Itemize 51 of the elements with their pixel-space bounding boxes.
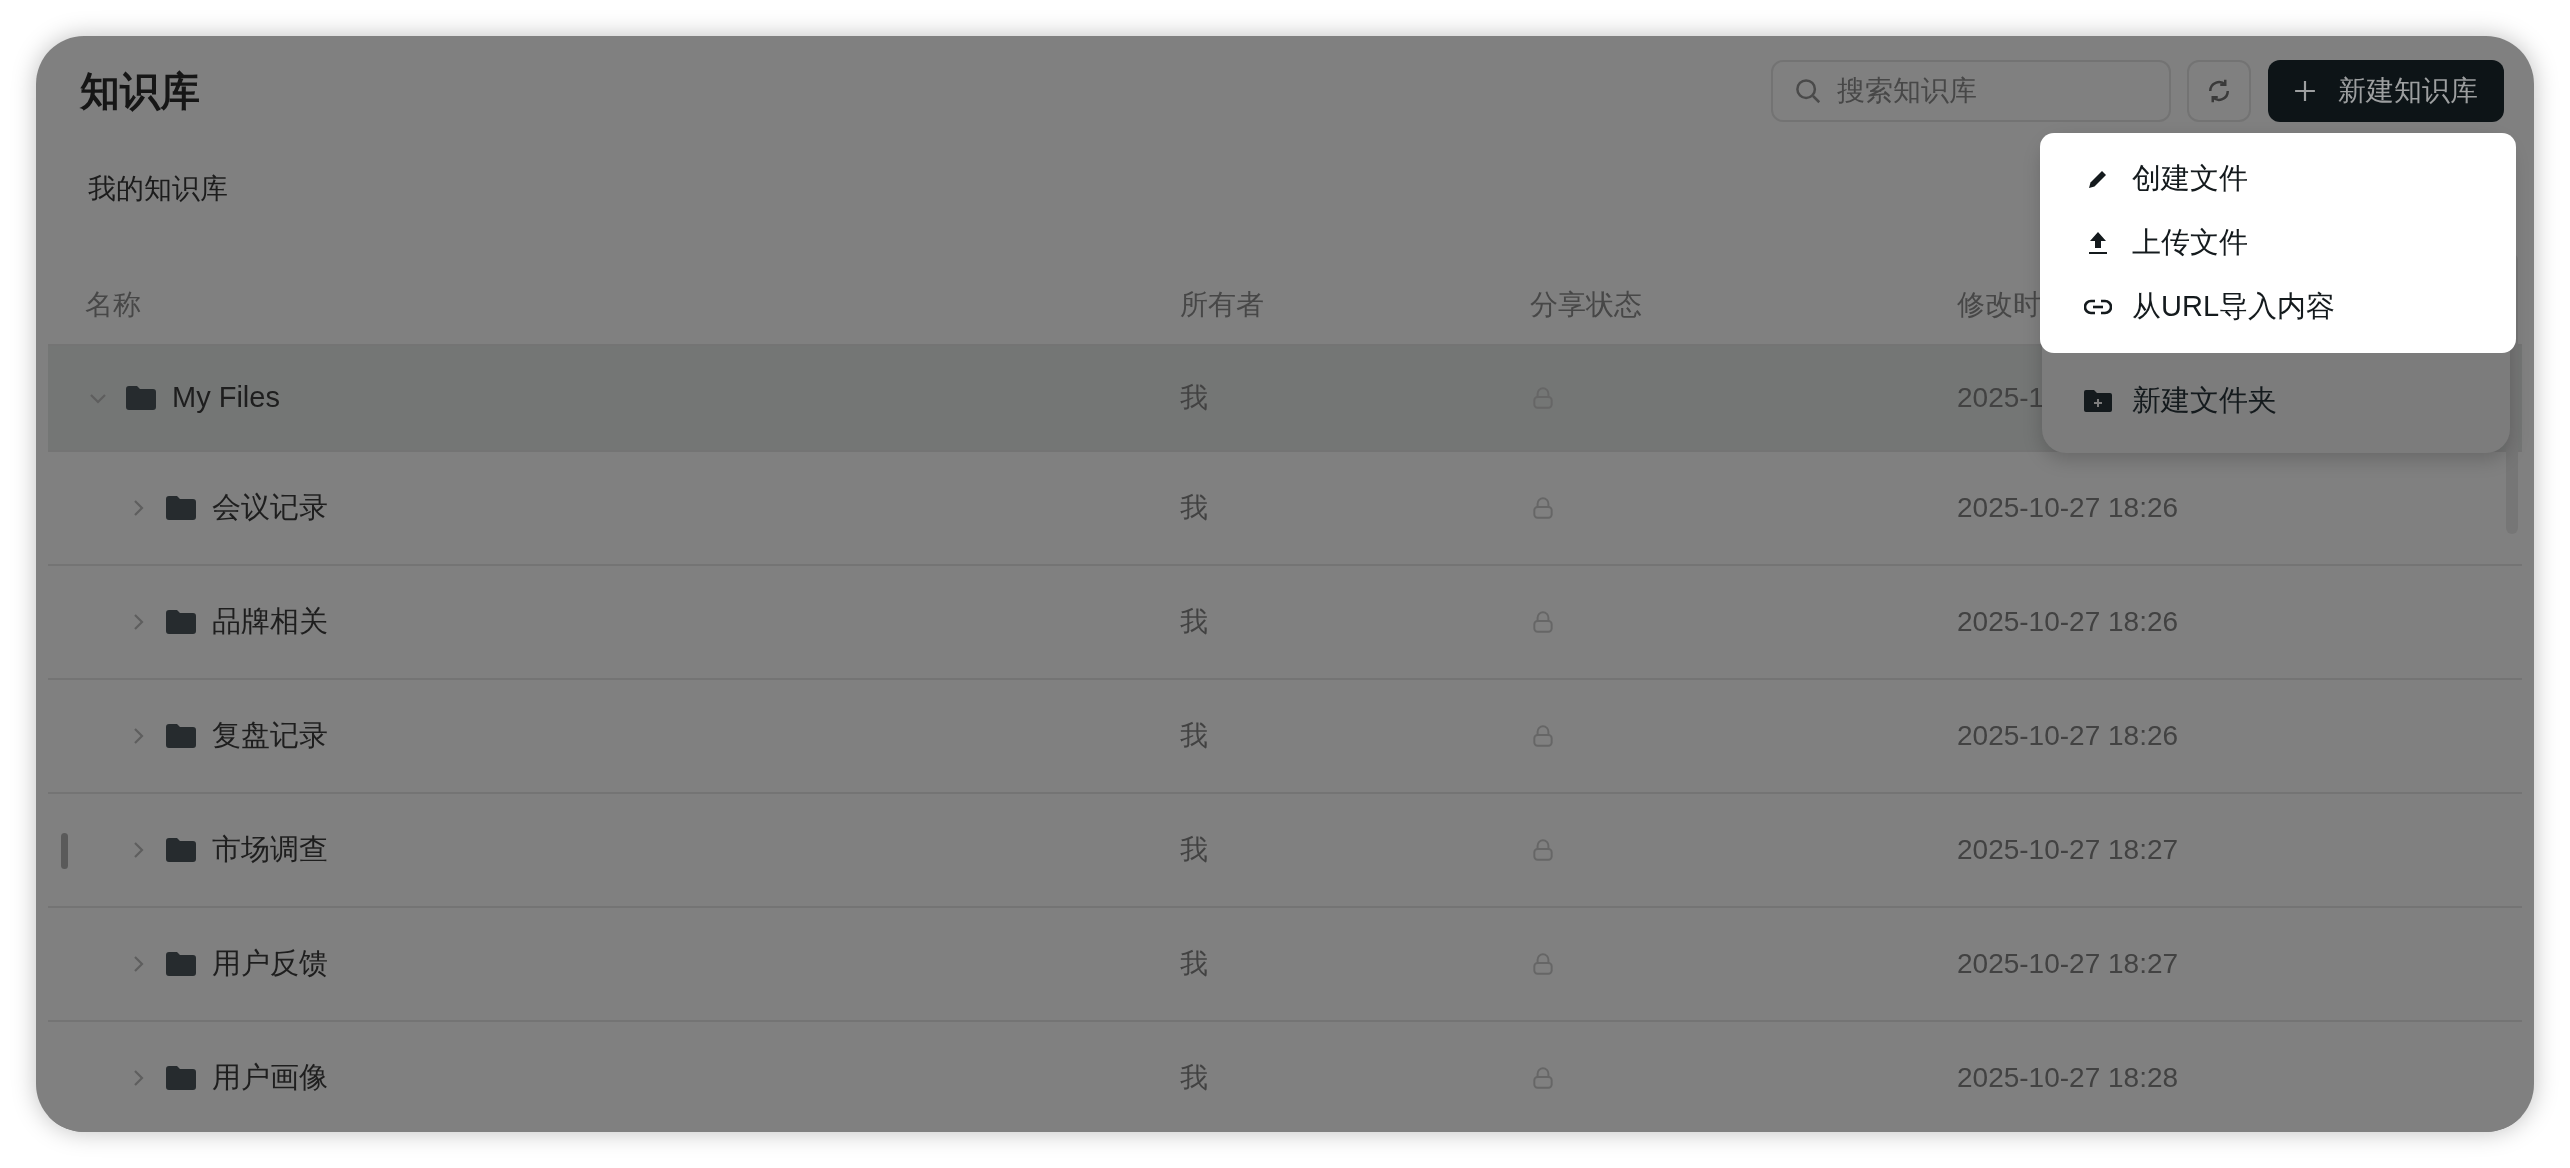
modified-time-cell: 2025-10-27 18:26 bbox=[1957, 606, 2179, 637]
new-knowledge-base-button[interactable]: 新建知识库 bbox=[2268, 60, 2504, 122]
folder-icon bbox=[166, 951, 196, 977]
folder-icon bbox=[126, 385, 156, 411]
folder-icon bbox=[166, 609, 196, 635]
drag-handle[interactable] bbox=[61, 833, 68, 869]
folder-name: 复盘记录 bbox=[212, 718, 328, 754]
lock-icon bbox=[1530, 495, 1556, 521]
plus-icon bbox=[2294, 80, 2316, 102]
modified-time-cell: 2025-10-27 18:26 bbox=[1957, 492, 2179, 523]
column-header[interactable]: 名称 bbox=[85, 289, 141, 320]
upload-icon bbox=[2087, 231, 2109, 255]
menu-item[interactable]: 创建文件 bbox=[2042, 147, 2514, 211]
folder-icon bbox=[166, 723, 196, 749]
refresh-button[interactable] bbox=[2187, 60, 2251, 122]
column-header[interactable]: 修改时 bbox=[1957, 289, 2041, 320]
folder-icon bbox=[166, 837, 196, 863]
owner-cell: 我 bbox=[1180, 1062, 1208, 1093]
owner-cell: 我 bbox=[1180, 720, 1208, 751]
lock-icon bbox=[1530, 1065, 1556, 1091]
folder-plus-icon bbox=[2084, 389, 2112, 413]
folder-name: 用户画像 bbox=[212, 1060, 328, 1096]
modified-time-cell: 2025-10-27 18:28 bbox=[1957, 1062, 2179, 1093]
search-field[interactable]: 搜索知识库 bbox=[1771, 60, 2171, 122]
owner-cell: 我 bbox=[1180, 834, 1208, 865]
modified-time-cell: 2025-10-27 18:27 bbox=[1957, 834, 2179, 865]
search-icon bbox=[1793, 76, 1823, 106]
section-label: 我的知识库 bbox=[88, 173, 228, 204]
lock-icon bbox=[1530, 837, 1556, 863]
column-header[interactable]: 所有者 bbox=[1180, 289, 1264, 320]
folder-name: 用户反馈 bbox=[212, 946, 328, 982]
folder-icon bbox=[166, 1065, 196, 1091]
folder-name: 品牌相关 bbox=[212, 604, 328, 640]
folder-name: 会议记录 bbox=[212, 490, 328, 526]
menu-item[interactable]: 上传文件 bbox=[2042, 211, 2514, 275]
lock-icon bbox=[1530, 723, 1556, 749]
column-header[interactable]: 分享状态 bbox=[1530, 289, 1642, 320]
folder-name: My Files bbox=[172, 380, 280, 416]
owner-cell: 我 bbox=[1180, 606, 1208, 637]
page-title: 知识库 bbox=[80, 68, 200, 115]
link-icon bbox=[2084, 299, 2112, 315]
folder-icon bbox=[166, 495, 196, 521]
owner-cell: 我 bbox=[1180, 948, 1208, 979]
menu-item[interactable]: 新建文件夹 bbox=[2042, 369, 2510, 433]
lock-icon bbox=[1530, 951, 1556, 977]
owner-cell: 我 bbox=[1180, 492, 1208, 523]
lock-icon bbox=[1530, 609, 1556, 635]
menu-item[interactable]: 从URL导入内容 bbox=[2042, 275, 2514, 339]
modified-time-cell: 2025-10-27 18:26 bbox=[1957, 720, 2179, 751]
modified-time-cell: 2025-10-27 18:27 bbox=[1957, 948, 2179, 979]
folder-name: 市场调查 bbox=[212, 832, 328, 868]
